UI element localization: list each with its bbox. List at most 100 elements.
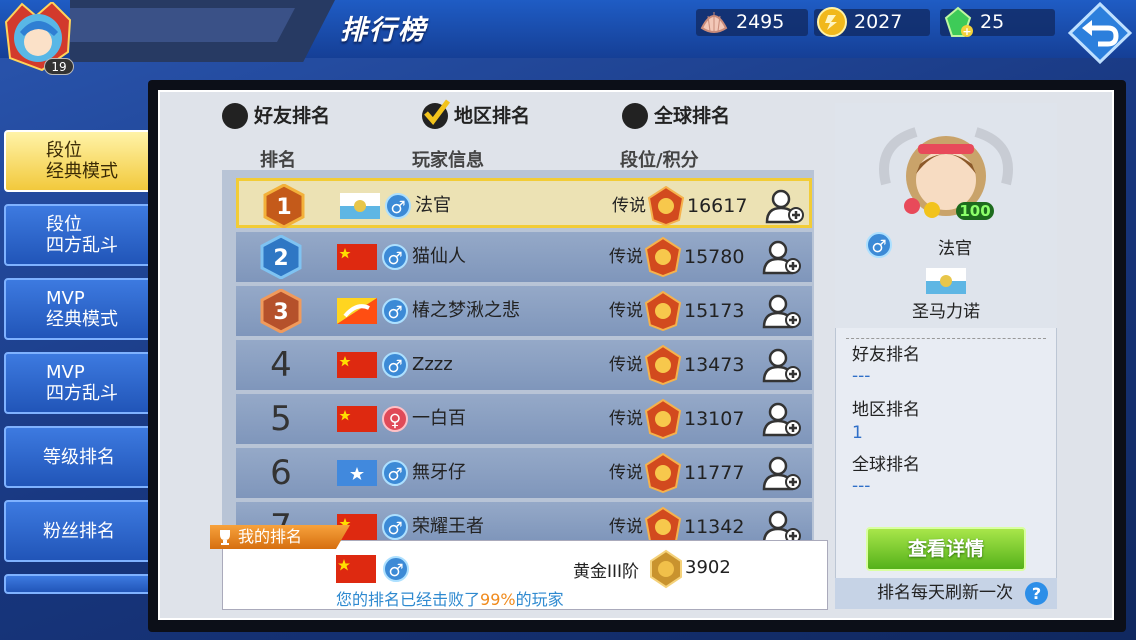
profile-region: 圣马力诺 [912, 302, 980, 322]
tab-fans-ranking[interactable]: 粉丝排名 [4, 500, 154, 562]
filter-region[interactable]: 地区排名 [422, 99, 530, 130]
divider [846, 338, 1046, 339]
friend-rank-value: --- [852, 366, 871, 386]
legend-tier-icon [647, 186, 685, 226]
score-value: 11777 [684, 462, 745, 484]
male-icon: ♂ [385, 193, 411, 219]
region-rank-label: 地区排名 [852, 400, 920, 420]
msg-suffix: 的玩家 [515, 590, 564, 609]
tab-mvp-classic[interactable]: MVP 经典模式 [4, 278, 154, 340]
rank-number: 5 [270, 399, 292, 439]
legend-tier-icon [644, 237, 682, 277]
page-title: 排行榜 [340, 15, 427, 46]
rank-number: 1 [276, 195, 291, 220]
gem-currency[interactable]: + 25 [940, 6, 1055, 38]
add-friend-icon[interactable] [762, 401, 802, 437]
table-row[interactable]: 2 ♂ 猫仙人 传说 15780 [236, 232, 812, 282]
refresh-note: 排名每天刷新一次 ? [835, 578, 1057, 609]
player-name: 椿之梦湫之悲 [412, 300, 520, 321]
bhutan-flag-icon [337, 298, 377, 324]
san-marino-flag-icon [340, 193, 380, 219]
gem-amount: 25 [980, 11, 1005, 33]
rank-medal-icon: 2 [260, 235, 302, 279]
profile-level-badge: 100 [956, 202, 994, 220]
male-icon: ♂ [866, 232, 892, 258]
view-details-button[interactable]: 查看详情 [866, 527, 1026, 571]
tab-line1: MVP [46, 288, 85, 309]
back-arrow-icon [1067, 1, 1133, 65]
add-friend-icon[interactable] [762, 293, 802, 329]
my-rank-label: 我的排名 [210, 525, 350, 549]
shell-icon [698, 6, 730, 38]
global-rank-label: 全球排名 [852, 455, 920, 475]
add-friend-icon[interactable] [765, 188, 805, 224]
tab-line2: 四方乱斗 [46, 235, 118, 256]
add-friend-icon[interactable] [762, 239, 802, 275]
msg-prefix: 您的排名已经击败了 [336, 590, 481, 609]
gold-currency[interactable]: 2027 [814, 6, 930, 38]
player-name: 無牙仔 [412, 462, 466, 483]
filter-friends[interactable]: 好友排名 [222, 102, 330, 130]
tier-label: 传说 [609, 355, 643, 375]
add-friend-icon[interactable] [762, 347, 802, 383]
rank-medal-icon: 3 [260, 289, 302, 333]
top-bar-name-slot [70, 8, 295, 42]
player-name: 猫仙人 [412, 246, 466, 267]
tier-label: 传说 [609, 409, 643, 429]
profile-name: 法官 [938, 239, 972, 259]
back-button[interactable] [1067, 1, 1133, 65]
column-header-tier-score: 段位/积分 [620, 150, 699, 171]
shell-currency[interactable]: 2495 [696, 9, 808, 36]
tab-line1: 段位 [46, 214, 82, 235]
radio-checked-icon [422, 99, 450, 129]
filter-global[interactable]: 全球排名 [622, 102, 730, 130]
refresh-note-text: 排名每天刷新一次 [877, 583, 1013, 603]
player-name: Zzzz [412, 354, 453, 375]
legend-tier-icon [644, 345, 682, 385]
help-icon[interactable]: ? [1025, 582, 1048, 605]
male-icon: ♂ [383, 556, 409, 582]
tab-level-ranking[interactable]: 等级排名 [4, 426, 154, 488]
male-icon: ♂ [382, 244, 408, 270]
msg-percent: 99% [480, 590, 516, 609]
friend-rank-label: 好友排名 [852, 345, 920, 365]
female-icon: ♀ [382, 406, 408, 432]
legend-tier-icon [644, 507, 682, 540]
column-header-rank: 排名 [260, 150, 296, 171]
tab-partial[interactable] [4, 574, 154, 594]
table-row[interactable]: 4 ♂ Zzzz 传说 13473 [236, 340, 812, 390]
china-flag-icon [337, 406, 377, 432]
player-level-badge: 19 [44, 58, 74, 75]
tab-rank-brawl[interactable]: 段位 四方乱斗 [4, 204, 154, 266]
svg-text:+: + [962, 25, 971, 38]
column-header-player: 玩家信息 [412, 150, 484, 171]
player-name: 法官 [415, 195, 451, 216]
region-rank-value: 1 [852, 423, 863, 443]
rank-medal-icon: 1 [263, 184, 305, 228]
add-friend-icon[interactable] [762, 455, 802, 491]
add-friend-icon[interactable] [762, 509, 802, 540]
gold-coin-icon [816, 6, 848, 38]
my-rank-label-text: 我的排名 [238, 527, 303, 546]
china-flag-icon [337, 352, 377, 378]
radio-unchecked-icon [622, 103, 648, 129]
tab-mvp-brawl[interactable]: MVP 四方乱斗 [4, 352, 154, 414]
rank-number: 6 [270, 453, 292, 493]
male-icon: ♂ [382, 460, 408, 486]
china-flag-icon [337, 244, 377, 270]
filter-label: 全球排名 [654, 105, 731, 127]
san-marino-flag-icon [926, 268, 966, 294]
table-row[interactable]: 6 ♂ 無牙仔 传说 11777 [236, 448, 812, 498]
profile-avatar[interactable] [876, 124, 1016, 224]
table-row[interactable]: 1 ♂ 法官 传说 16617 [236, 178, 812, 228]
table-row[interactable]: 3 ♂ 椿之梦湫之悲 传说 15173 [236, 286, 812, 336]
gold-tier-icon [650, 549, 682, 589]
tier-label: 传说 [612, 196, 646, 216]
tab-rank-classic[interactable]: 段位 经典模式 [4, 130, 172, 192]
gold-amount: 2027 [854, 11, 903, 33]
my-tier: 黄金III阶 [573, 562, 640, 582]
legend-tier-icon [644, 453, 682, 493]
table-row[interactable]: 5 ♀ 一白百 传说 13107 [236, 394, 812, 444]
score-value: 13473 [684, 354, 745, 376]
tab-line2: 四方乱斗 [46, 383, 118, 404]
